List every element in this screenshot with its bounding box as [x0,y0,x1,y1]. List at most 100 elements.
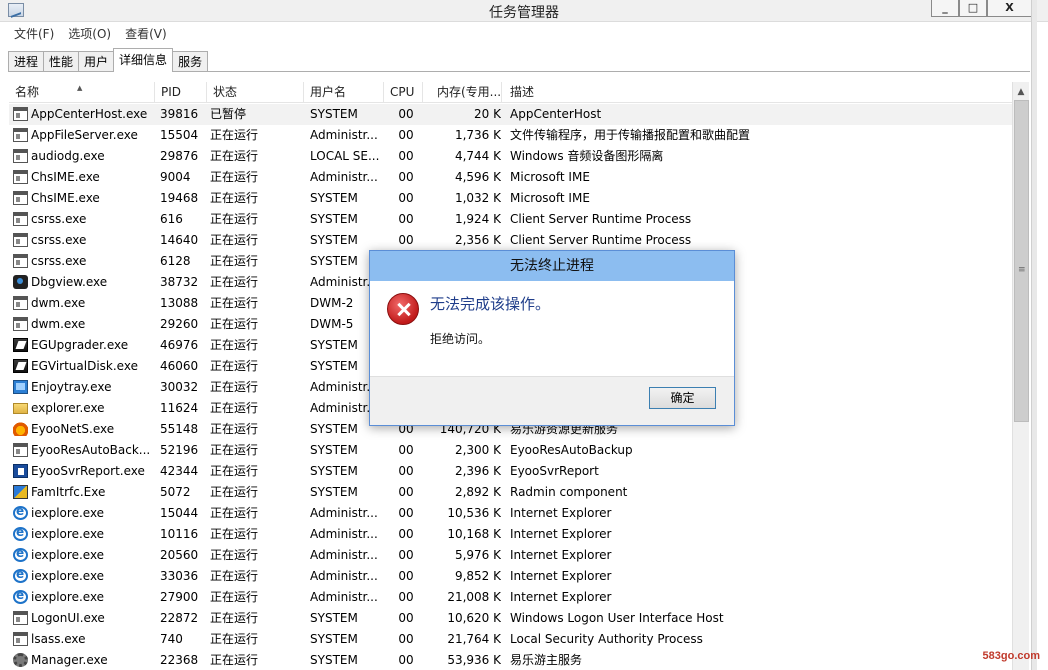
tab-details[interactable]: 详细信息 [113,48,174,72]
process-user: Administr... [310,548,378,562]
process-name: explorer.exe [31,401,105,415]
table-row[interactable]: iexplore.exe 33036 正在运行 Administr... 00 9,852… [9,566,1012,587]
process-cpu: 00 [398,506,414,520]
process-pid: 13088 [160,296,199,310]
minimize-button[interactable]: _ [931,0,959,17]
process-memory: 4,596 K [454,170,501,184]
process-status: 正在运行 [210,632,259,646]
table-row[interactable]: LogonUI.exe 22872 正在运行 SYSTEM 00 10,620 K Wind… [9,608,1012,629]
process-memory: 9,852 K [454,569,501,583]
column-description[interactable]: 描述 [504,82,1012,103]
window-icon [13,191,28,205]
table-row[interactable]: csrss.exe 616 正在运行 SYSTEM 00 1,924 K Client Se… [9,209,1012,230]
table-row[interactable]: iexplore.exe 10116 正在运行 Administr... 00 10,16… [9,524,1012,545]
column-pid[interactable]: PID [155,82,207,103]
table-row[interactable]: lsass.exe 740 正在运行 SYSTEM 00 21,764 K Local Se… [9,629,1012,650]
table-row[interactable]: ChsIME.exe 9004 正在运行 Administr... 00 4,596 K M… [9,167,1012,188]
table-row[interactable]: csrss.exe 14640 正在运行 SYSTEM 00 2,356 K Client … [9,230,1012,251]
ie-icon [13,525,28,541]
table-row[interactable]: EyooSvrReport.exe 42344 正在运行 SYSTEM 00 2,396 … [9,461,1012,482]
process-cpu: 00 [398,527,414,541]
close-button[interactable]: X [987,0,1032,17]
table-row[interactable]: AppCenterHost.exe 39816 已暂停 SYSTEM 00 20 K App… [9,104,1012,125]
scroll-up-icon[interactable]: ▲ [1013,84,1029,100]
column-cpu[interactable]: CPU [384,82,423,103]
tab-performance[interactable]: 性能 [43,51,80,72]
process-pid: 38732 [160,275,199,289]
process-name: csrss.exe [31,233,87,247]
monitor-icon [13,380,28,394]
process-description: Internet Explorer [510,569,612,583]
process-cpu: 00 [398,485,414,499]
process-pid: 11624 [160,401,199,415]
process-description: Client Server Runtime Process [510,233,692,247]
process-cpu: 00 [398,632,414,646]
menu-file[interactable]: 文件(F) [0,24,61,44]
process-cpu: 00 [398,590,414,604]
process-description: 易乐游主服务 [510,653,583,667]
process-memory: 10,536 K [447,506,501,520]
tab-processes[interactable]: 进程 [8,51,45,72]
process-description: Windows Logon User Interface Host [510,611,724,625]
process-status: 正在运行 [210,464,259,478]
process-memory: 2,396 K [454,464,501,478]
process-status: 正在运行 [210,611,259,625]
table-row[interactable]: ChsIME.exe 19468 正在运行 SYSTEM 00 1,032 K Micros… [9,188,1012,209]
table-row[interactable]: FamItrfc.Exe 5072 正在运行 SYSTEM 00 2,892 K Radmi… [9,482,1012,503]
menu-view[interactable]: 查看(V) [118,24,174,44]
process-user: SYSTEM [310,212,358,226]
process-user: SYSTEM [310,107,358,121]
menu-options[interactable]: 选项(O) [61,24,118,44]
process-memory: 1,032 K [454,191,501,205]
process-pid: 6128 [160,254,191,268]
window-icon [13,233,28,247]
scroll-thumb[interactable]: ≡ [1014,100,1029,422]
scroll-grip-icon: ≡ [1018,265,1026,275]
process-cpu: 00 [398,548,414,562]
process-cpu: 00 [398,443,414,457]
process-pid: 33036 [160,569,199,583]
process-cpu: 00 [398,653,414,667]
process-memory: 5,976 K [454,548,501,562]
process-user: Administr... [310,590,378,604]
debug-icon [13,275,28,289]
ok-button[interactable]: 确定 [649,387,716,409]
table-row[interactable]: iexplore.exe 27900 正在运行 Administr... 00 21,00… [9,587,1012,608]
process-cpu: 00 [398,170,414,184]
process-status: 正在运行 [210,527,259,541]
maximize-button[interactable]: □ [959,0,987,17]
tab-services[interactable]: 服务 [172,51,209,72]
table-row[interactable]: Manager.exe 22368 正在运行 SYSTEM 00 53,936 K 易乐游主… [9,650,1012,670]
error-dialog: 无法终止进程 无法完成该操作。 拒绝访问。 确定 [369,250,735,426]
window-icon [13,611,28,625]
process-status: 正在运行 [210,296,259,310]
table-row[interactable]: iexplore.exe 15044 正在运行 Administr... 00 10,53… [9,503,1012,524]
process-status: 正在运行 [210,275,259,289]
column-status[interactable]: 状态 [207,82,304,103]
process-user: SYSTEM [310,485,358,499]
column-memory[interactable]: 内存(专用... [431,82,502,103]
table-row[interactable]: AppFileServer.exe 15504 正在运行 Administr... 00… [9,125,1012,146]
process-cpu: 00 [398,212,414,226]
process-status: 正在运行 [210,506,259,520]
table-row[interactable]: audiodg.exe 29876 正在运行 LOCAL SE... 00 4,744 K… [9,146,1012,167]
folder-icon [13,403,28,414]
process-name: iexplore.exe [31,548,105,562]
table-row[interactable]: EyooResAutoBack... 52196 正在运行 SYSTEM 00 2,300… [9,440,1012,461]
tab-users[interactable]: 用户 [78,51,115,72]
process-name: AppFileServer.exe [31,128,138,142]
vertical-scrollbar[interactable]: ▲ ≡ [1012,82,1029,670]
process-pid: 9004 [160,170,191,184]
process-memory: 20 K [474,107,501,121]
window-icon [13,443,28,457]
table-row[interactable]: iexplore.exe 20560 正在运行 Administr... 00 5,976… [9,545,1012,566]
report-icon [13,464,28,478]
dialog-footer: 确定 [370,376,734,425]
dialog-title: 无法终止进程 [370,251,734,281]
window-controls: _ □ X [931,0,1032,17]
process-name: iexplore.exe [31,506,105,520]
sort-ascending-icon: ▲ [77,84,83,92]
column-username[interactable]: 用户名 [304,82,384,103]
process-memory: 1,924 K [454,212,501,226]
process-memory: 2,356 K [454,233,501,247]
